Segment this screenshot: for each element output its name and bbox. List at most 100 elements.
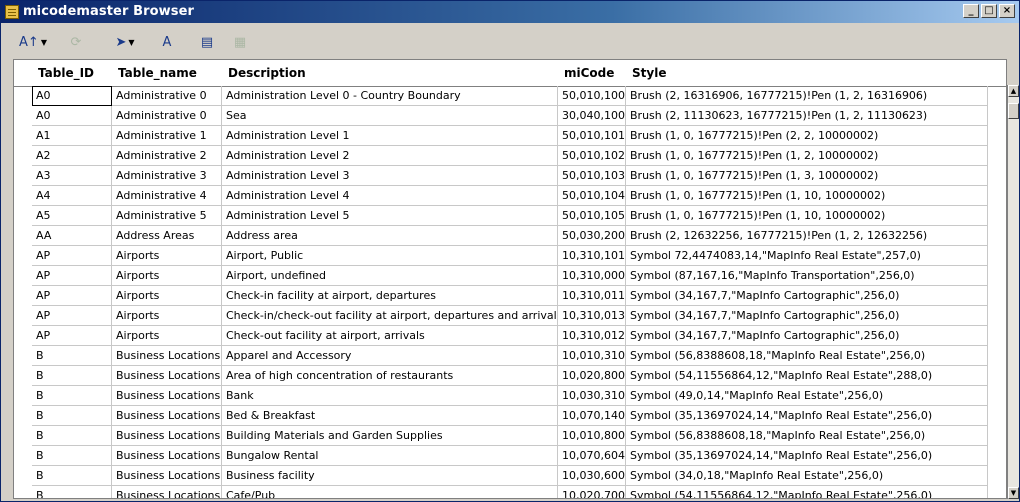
cell-description[interactable]: Building Materials and Garden Supplies [222,426,558,446]
cell-table-id[interactable]: B [32,366,112,386]
table-row[interactable]: A0 Administrative 0 Administration Level 0… [14,86,1006,106]
title-bar[interactable]: micodemaster Browser _ □ × [1,1,1019,23]
cell-style[interactable]: Symbol 72,4474083,14,"MapInfo Real Estat… [626,246,988,266]
cell-table-name[interactable]: Business Locations [112,406,222,426]
cell-description[interactable]: Administration Level 4 [222,186,558,206]
cell-description[interactable]: Check-in facility at airport, departures [222,286,558,306]
cell-table-name[interactable]: Airports [112,286,222,306]
cell-micode[interactable]: 10,310,013 [558,306,626,326]
cell-table-name[interactable]: Business Locations [112,426,222,446]
cell-micode[interactable]: 10,310,101 [558,246,626,266]
cell-micode[interactable]: 50,010,101 [558,126,626,146]
cell-description[interactable]: Business facility [222,466,558,486]
cell-table-id[interactable]: AP [32,306,112,326]
cell-style[interactable]: Brush (1, 0, 16777215)!Pen (1, 10, 10000… [626,206,988,226]
cell-table-id[interactable]: B [32,426,112,446]
table-row[interactable]: B Business Locations Bed & Breakfast 10,070… [14,406,1006,426]
table-row[interactable]: A2 Administrative 2 Administration Level 2… [14,146,1006,166]
insert-row-button[interactable]: ▤ [193,30,221,54]
cell-style[interactable]: Symbol (34,167,7,"MapInfo Cartographic",… [626,306,988,326]
table-row[interactable]: A3 Administrative 3 Administration Level 3… [14,166,1006,186]
cell-table-name[interactable]: Business Locations [112,486,222,498]
cell-table-id[interactable]: A0 [32,106,112,126]
cell-table-name[interactable]: Airports [112,326,222,346]
cell-micode[interactable]: 10,020,800 [558,366,626,386]
cell-description[interactable]: Address area [222,226,558,246]
cell-description[interactable]: Airport, Public [222,246,558,266]
cell-description[interactable]: Area of high concentration of restaurant… [222,366,558,386]
close-button[interactable]: × [999,4,1015,18]
vertical-scrollbar[interactable]: ▲ ▼ [1007,85,1019,499]
cell-table-id[interactable]: A2 [32,146,112,166]
table-row[interactable]: B Business Locations Cafe/Pub 10,020,700 Sym… [14,486,1006,498]
cell-table-id[interactable]: AP [32,266,112,286]
cell-style[interactable]: Symbol (34,167,7,"MapInfo Cartographic",… [626,286,988,306]
cell-style[interactable]: Symbol (54,11556864,12,"MapInfo Real Est… [626,366,988,386]
cell-table-id[interactable]: A1 [32,126,112,146]
label-button[interactable]: A [153,30,181,54]
cell-table-name[interactable]: Airports [112,246,222,266]
table-row[interactable]: B Business Locations Bungalow Rental 10,070… [14,446,1006,466]
cell-description[interactable]: Administration Level 0 - Country Boundar… [222,86,558,106]
cell-description[interactable]: Sea [222,106,558,126]
cell-style[interactable]: Brush (1, 0, 16777215)!Pen (2, 2, 100000… [626,126,988,146]
cell-style[interactable]: Symbol (34,0,18,"MapInfo Real Estate",25… [626,466,988,486]
cell-style[interactable]: Brush (1, 0, 16777215)!Pen (1, 3, 100000… [626,166,988,186]
cell-micode[interactable]: 50,010,103 [558,166,626,186]
cell-micode[interactable]: 10,070,140 [558,406,626,426]
cell-style[interactable]: Symbol (35,13697024,14,"MapInfo Real Est… [626,446,988,466]
select-arrow-button[interactable]: ➤ ▼ [105,30,145,54]
cell-micode[interactable]: 10,070,604 [558,446,626,466]
cell-table-id[interactable]: B [32,486,112,498]
cell-micode[interactable]: 10,310,012 [558,326,626,346]
cell-table-name[interactable]: Business Locations [112,446,222,466]
cell-description[interactable]: Administration Level 2 [222,146,558,166]
table-row[interactable]: AP Airports Check-out facility at airport,… [14,326,1006,346]
column-header-table-name[interactable]: Table_name [112,60,222,86]
table-row[interactable]: AA Address Areas Address area 50,030,200 Bru… [14,226,1006,246]
table-row[interactable]: B Business Locations Bank 10,030,310 Symbol … [14,386,1006,406]
cell-style[interactable]: Symbol (34,167,7,"MapInfo Cartographic",… [626,326,988,346]
maximize-button[interactable]: □ [981,4,997,18]
cell-style[interactable]: Brush (1, 0, 16777215)!Pen (1, 10, 10000… [626,186,988,206]
cell-table-name[interactable]: Business Locations [112,346,222,366]
cell-style[interactable]: Symbol (35,13697024,14,"MapInfo Real Est… [626,406,988,426]
cell-micode[interactable]: 50,030,200 [558,226,626,246]
cell-table-name[interactable]: Administrative 2 [112,146,222,166]
table-row[interactable]: A5 Administrative 5 Administration Level 5… [14,206,1006,226]
cell-table-name[interactable]: Administrative 0 [112,106,222,126]
cell-description[interactable]: Check-out facility at airport, arrivals [222,326,558,346]
table-row[interactable]: A0 Administrative 0 Sea 30,040,100 Brush (2,… [14,106,1006,126]
cell-table-name[interactable]: Administrative 1 [112,126,222,146]
cell-style[interactable]: Brush (1, 0, 16777215)!Pen (1, 2, 100000… [626,146,988,166]
cell-micode[interactable]: 10,030,310 [558,386,626,406]
cell-table-id[interactable]: A0 [32,86,112,106]
table-row[interactable]: B Business Locations Apparel and Accessory… [14,346,1006,366]
cell-micode[interactable]: 10,010,800 [558,426,626,446]
cell-table-name[interactable]: Administrative 5 [112,206,222,226]
table-row[interactable]: A4 Administrative 4 Administration Level 4… [14,186,1006,206]
column-header-table-id[interactable]: Table_ID [32,60,112,86]
minimize-button[interactable]: _ [963,4,979,18]
cell-table-id[interactable]: AP [32,286,112,306]
cell-table-name[interactable]: Airports [112,306,222,326]
cell-style[interactable]: Symbol (54,11556864,12,"MapInfo Real Est… [626,486,988,498]
table-row[interactable]: B Business Locations Building Materials an… [14,426,1006,446]
table-row[interactable]: B Business Locations Area of high concentr… [14,366,1006,386]
cell-description[interactable]: Bungalow Rental [222,446,558,466]
cell-table-name[interactable]: Business Locations [112,366,222,386]
cell-description[interactable]: Cafe/Pub [222,486,558,498]
cell-table-id[interactable]: A3 [32,166,112,186]
column-header-micode[interactable]: miCode [558,60,626,86]
cell-table-name[interactable]: Business Locations [112,466,222,486]
cell-table-id[interactable]: AA [32,226,112,246]
cell-micode[interactable]: 10,020,700 [558,486,626,498]
cell-micode[interactable]: 50,010,104 [558,186,626,206]
cell-micode[interactable]: 10,310,000 [558,266,626,286]
table-row[interactable]: AP Airports Airport, undefined 10,310,000 Sy… [14,266,1006,286]
cell-description[interactable]: Administration Level 3 [222,166,558,186]
cell-style[interactable]: Brush (2, 16316906, 16777215)!Pen (1, 2,… [626,86,988,106]
cell-table-name[interactable]: Airports [112,266,222,286]
scroll-up-button[interactable]: ▲ [1008,85,1019,97]
cell-table-id[interactable]: B [32,446,112,466]
